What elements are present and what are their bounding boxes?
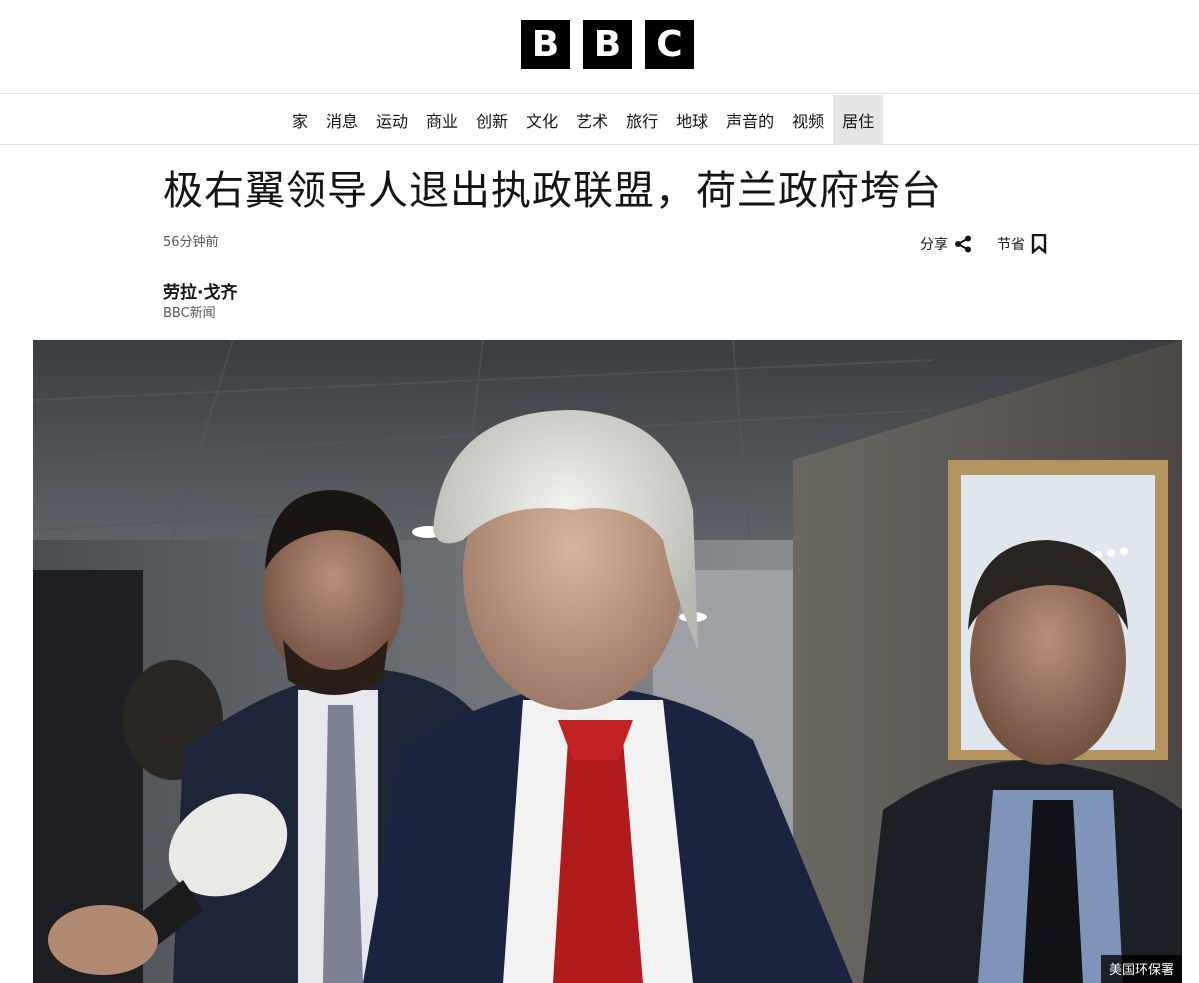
nav-item-news[interactable]: 消息: [317, 95, 367, 145]
nav-item-live[interactable]: 居住: [833, 95, 884, 145]
image-credit: 美国环保署: [1100, 955, 1182, 983]
masthead: B B C: [0, 0, 1199, 94]
save-button[interactable]: 节省: [997, 234, 1047, 254]
bbc-logo[interactable]: B B C: [521, 20, 694, 69]
article-headline: 极右翼领导人退出执政联盟，荷兰政府垮台: [163, 168, 942, 214]
nav-item-arts[interactable]: 艺术: [567, 95, 617, 145]
nav-item-home[interactable]: 家: [283, 95, 317, 145]
nav-item-sport[interactable]: 运动: [367, 95, 417, 145]
nav-item-culture[interactable]: 文化: [517, 95, 567, 145]
nav-item-audio[interactable]: 声音的: [717, 95, 783, 145]
share-icon: [955, 235, 971, 253]
nav-item-innovation[interactable]: 创新: [467, 95, 517, 145]
logo-letter: B: [521, 20, 570, 69]
author-organization: BBC新闻: [163, 306, 216, 321]
author-name[interactable]: 劳拉·戈齐: [163, 278, 237, 303]
save-label: 节省: [997, 237, 1025, 253]
nav-item-travel[interactable]: 旅行: [617, 95, 667, 145]
main-nav: 家 消息 运动 商业 创新 文化 艺术 旅行 地球 声音的 视频 居住: [0, 95, 1199, 145]
logo-letter: B: [583, 20, 632, 69]
nav-item-earth[interactable]: 地球: [667, 95, 717, 145]
logo-letter: C: [645, 20, 694, 69]
lead-photo-illustration: [33, 340, 1182, 983]
article-timestamp: 56分钟前: [163, 235, 219, 250]
share-button[interactable]: 分享: [920, 234, 972, 254]
nav-list: 家 消息 运动 商业 创新 文化 艺术 旅行 地球 声音的 视频 居住: [283, 95, 884, 145]
lead-image: 美国环保署: [33, 340, 1182, 983]
bookmark-icon: [1031, 234, 1047, 254]
article-actions: 分享 节省: [920, 234, 1047, 254]
nav-item-business[interactable]: 商业: [417, 95, 467, 145]
nav-item-video[interactable]: 视频: [783, 95, 833, 145]
share-label: 分享: [920, 237, 948, 253]
